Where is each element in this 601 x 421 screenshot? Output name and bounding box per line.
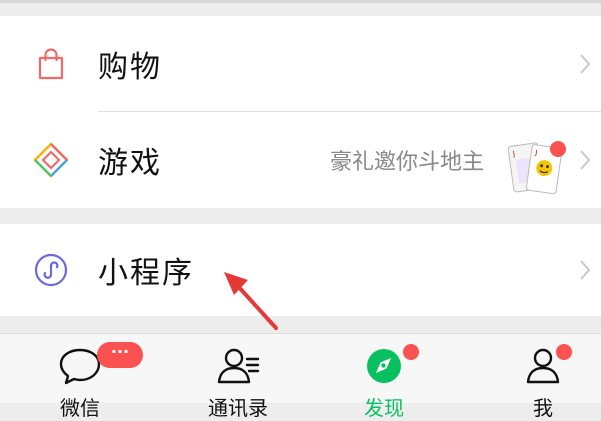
compass-icon [367,349,401,383]
unread-badge: ··· [97,342,143,368]
tab-discover[interactable]: 发现 [309,334,459,420]
discover-item-label: 购物 [98,50,162,85]
contacts-icon [217,348,260,384]
tab-contacts[interactable]: 通讯录 [163,334,313,420]
tab-me[interactable]: 我 [468,334,601,420]
tab-label: 通讯录 [208,396,268,420]
bottom-tab-bar: ··· 微信 通讯录 发现 我 [0,333,601,420]
tab-label: 发现 [364,396,404,420]
me-new-badge [556,344,572,360]
discover-item-label: 游戏 [98,146,162,181]
discover-item-games[interactable]: 游戏 豪礼邀你斗地主 J J [0,112,601,208]
games-new-badge [550,141,566,157]
tab-label: 我 [533,396,553,420]
tab-chats[interactable]: ··· 微信 [5,334,155,420]
discover-item-mini-programs[interactable]: 小程序 [0,224,601,316]
chevron-right-icon [580,260,591,280]
discover-group-2: 小程序 [0,224,601,316]
tab-label: 微信 [60,396,100,420]
chevron-right-icon [580,150,591,170]
mini-program-icon [34,253,68,287]
games-diamond-icon [33,142,69,178]
chat-bubble-icon [59,348,101,385]
discover-group-1: 购物 游戏 豪礼邀你斗地主 J J [0,16,601,208]
discover-item-shopping[interactable]: 购物 [0,16,601,112]
discover-new-badge [403,344,419,360]
top-divider [0,0,601,3]
shopping-bag-icon [38,48,64,80]
discover-item-label: 小程序 [98,256,194,291]
games-promo-text: 豪礼邀你斗地主 [330,150,485,175]
chevron-right-icon [580,54,591,74]
